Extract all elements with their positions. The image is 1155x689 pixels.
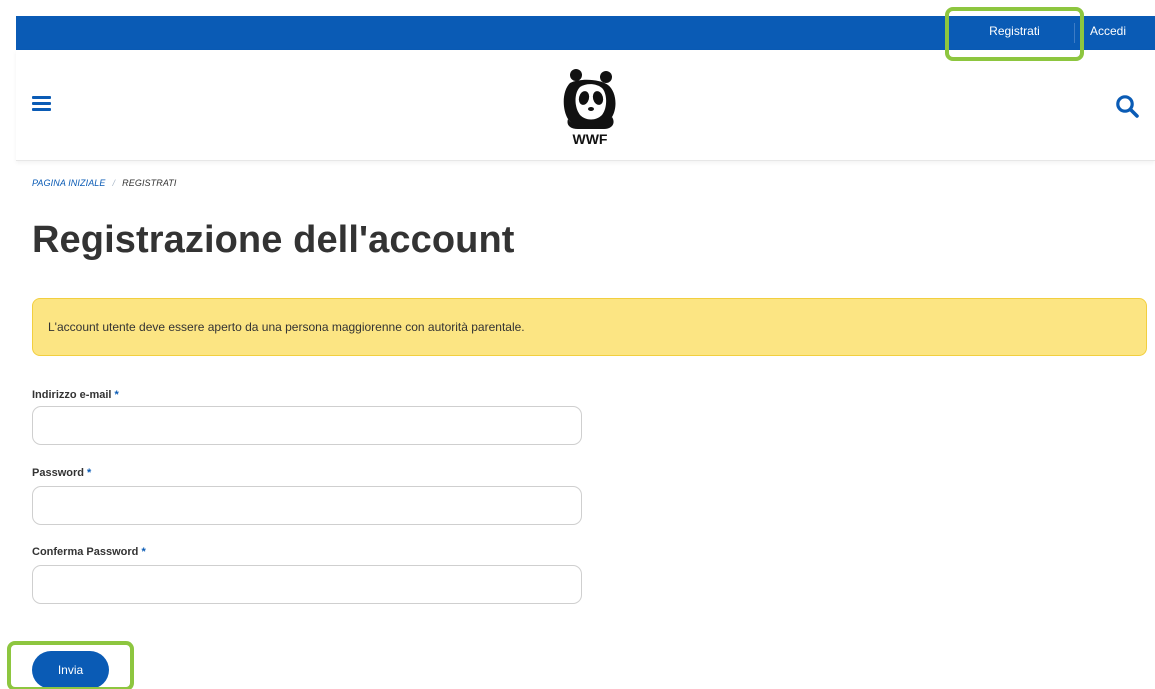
submit-button[interactable]: Invia	[32, 651, 109, 689]
hamburger-menu-icon[interactable]	[32, 96, 52, 114]
logo-text: WWF	[573, 131, 608, 147]
alert-text: L'account utente deve essere aperto da u…	[48, 320, 525, 334]
required-marker: *	[87, 467, 92, 479]
password-label: Password *	[32, 467, 92, 479]
email-label: Indirizzo e-mail *	[32, 389, 119, 401]
breadcrumb-separator: /	[112, 178, 116, 188]
login-link[interactable]: Accedi	[1083, 16, 1133, 50]
breadcrumb: PAGINA INIZIALE / REGISTRATI	[32, 178, 176, 188]
wwf-panda-logo[interactable]: WWF	[560, 65, 620, 147]
top-utility-bar: Registrati Accedi	[16, 16, 1155, 50]
confirm-password-field[interactable]	[32, 565, 582, 604]
password-field[interactable]	[32, 486, 582, 525]
topbar-divider	[1074, 23, 1075, 43]
required-marker: *	[141, 546, 146, 558]
register-link[interactable]: Registrati	[953, 16, 1076, 50]
confirm-password-label: Conferma Password *	[32, 546, 146, 558]
breadcrumb-home-link[interactable]: PAGINA INIZIALE	[32, 178, 106, 188]
search-icon[interactable]	[1114, 93, 1142, 119]
page-title: Registrazione dell'account	[32, 219, 515, 261]
breadcrumb-current: REGISTRATI	[122, 178, 177, 188]
warning-alert: L'account utente deve essere aperto da u…	[32, 298, 1147, 356]
required-marker: *	[114, 389, 119, 401]
email-field[interactable]	[32, 406, 582, 445]
